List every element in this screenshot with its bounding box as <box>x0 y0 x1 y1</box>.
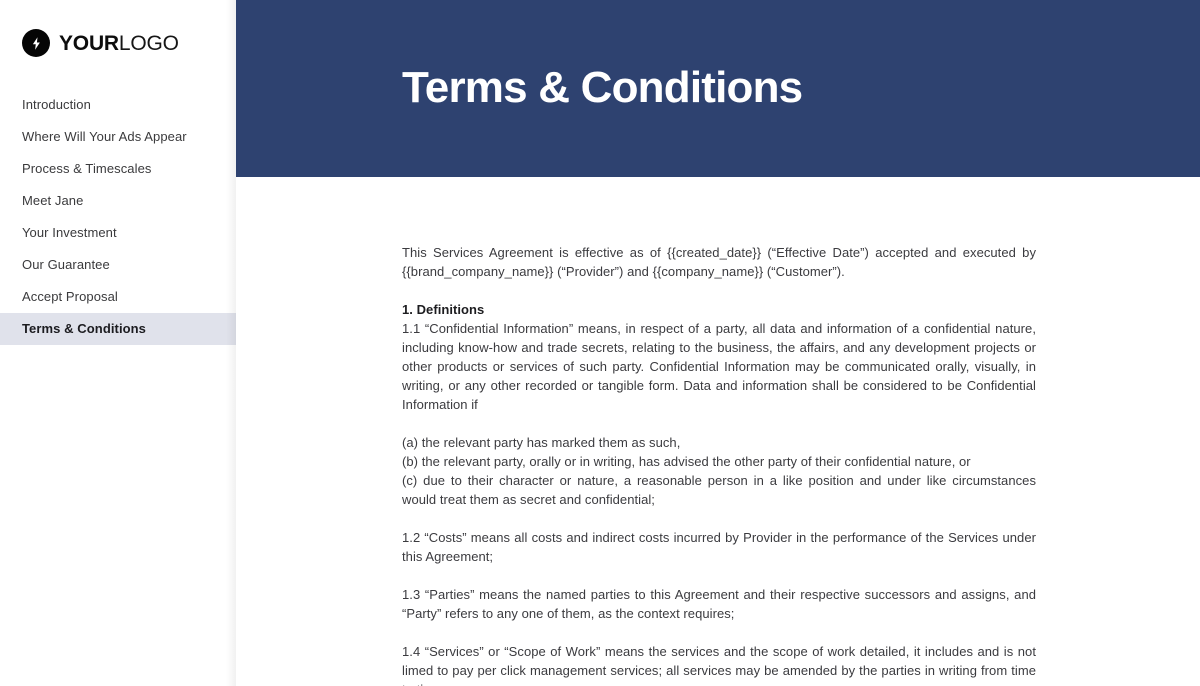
proposal-viewer: YOURLOGO Introduction Where Will Your Ad… <box>0 0 1200 686</box>
document-body: This Services Agreement is effective as … <box>236 243 1200 686</box>
logo-text: YOURLOGO <box>59 33 179 54</box>
sidebar-item-accept-proposal[interactable]: Accept Proposal <box>0 281 236 313</box>
sidebar-nav: Introduction Where Will Your Ads Appear … <box>0 89 236 345</box>
sidebar: YOURLOGO Introduction Where Will Your Ad… <box>0 0 236 686</box>
sidebar-item-our-guarantee[interactable]: Our Guarantee <box>0 249 236 281</box>
list-item: (c) due to their character or nature, a … <box>402 473 1036 507</box>
logo-text-light: LOGO <box>118 31 179 55</box>
clause-1-1-list: (a) the relevant party has marked them a… <box>402 433 1036 509</box>
page-title: Terms & Conditions <box>402 63 803 113</box>
list-item: (b) the relevant party, orally or in wri… <box>402 454 971 469</box>
sidebar-item-introduction[interactable]: Introduction <box>0 89 236 121</box>
logo[interactable]: YOURLOGO <box>0 0 236 60</box>
sidebar-item-where-will-your-ads-appear[interactable]: Where Will Your Ads Appear <box>0 121 236 153</box>
page-header: Terms & Conditions <box>236 0 1200 177</box>
lightning-bolt-icon <box>22 29 50 57</box>
agreement-intro-paragraph: This Services Agreement is effective as … <box>402 245 1036 279</box>
main-content: Terms & Conditions This Services Agreeme… <box>236 0 1200 686</box>
list-item: (a) the relevant party has marked them a… <box>402 435 681 450</box>
clause-1-1: 1.1 “Confidential Information” means, in… <box>402 321 1036 412</box>
clause-1-2: 1.2 “Costs” means all costs and indirect… <box>402 530 1036 564</box>
logo-text-bold: YOUR <box>59 31 119 55</box>
clause-1-4: 1.4 “Services” or “Scope of Work” means … <box>402 644 1036 686</box>
sidebar-item-your-investment[interactable]: Your Investment <box>0 217 236 249</box>
clause-1-3: 1.3 “Parties” means the named parties to… <box>402 587 1036 621</box>
sidebar-item-terms-conditions[interactable]: Terms & Conditions <box>0 313 236 345</box>
sidebar-item-meet-jane[interactable]: Meet Jane <box>0 185 236 217</box>
sidebar-item-process-timescales[interactable]: Process & Timescales <box>0 153 236 185</box>
section-heading-definitions: 1. Definitions <box>402 302 485 317</box>
